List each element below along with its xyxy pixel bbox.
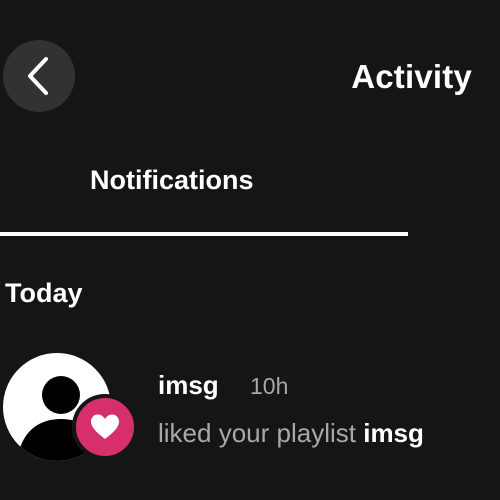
section-heading-today: Today: [5, 278, 83, 308]
tab-label: Notifications: [90, 165, 254, 195]
playlist-link[interactable]: imsg: [363, 418, 424, 448]
tab-notifications[interactable]: Notifications: [0, 150, 408, 236]
heart-icon: [91, 414, 119, 439]
chevron-left-icon: [28, 57, 48, 95]
notification-time: 10h: [250, 373, 289, 399]
notification-message: liked your playlist imsg: [158, 418, 424, 449]
activity-screen: Activity Notifications Today imsg 10h li…: [0, 0, 500, 500]
notification-username[interactable]: imsg: [158, 370, 219, 401]
notification-action: liked your playlist: [158, 418, 356, 448]
page-title: Activity: [351, 58, 472, 95]
tab-active-indicator: [0, 232, 408, 236]
back-button[interactable]: [3, 40, 75, 112]
heart-badge: [72, 394, 138, 460]
notification-item[interactable]: imsg 10h liked your playlist imsg: [0, 348, 500, 468]
